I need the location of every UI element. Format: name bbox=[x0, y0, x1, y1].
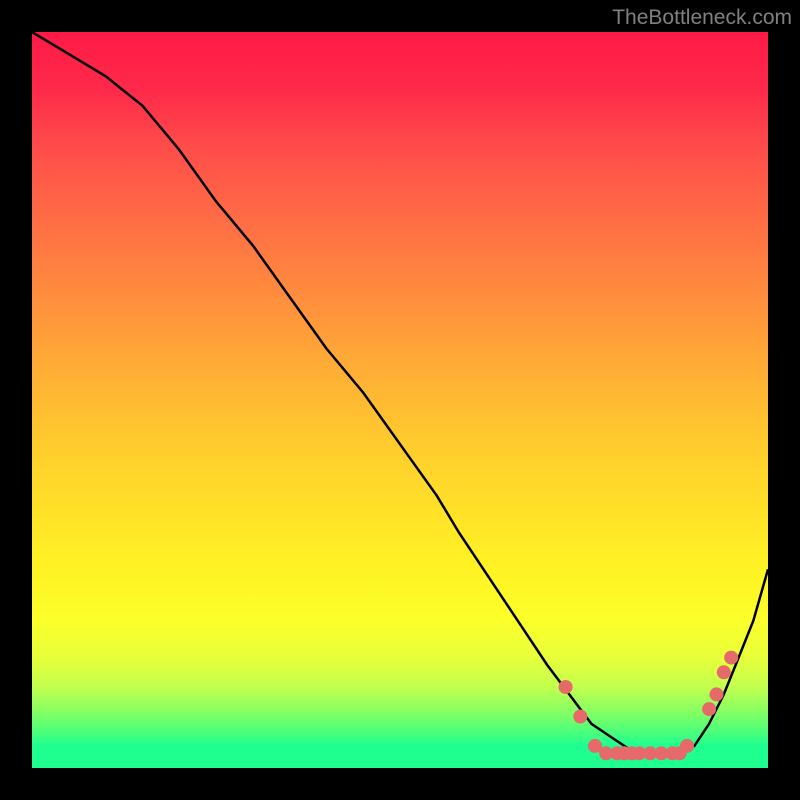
chart-svg bbox=[32, 32, 768, 768]
marker-dot bbox=[573, 710, 587, 724]
curve-path bbox=[32, 32, 768, 753]
marker-dot bbox=[710, 687, 724, 701]
markers-group bbox=[559, 651, 739, 761]
marker-dot bbox=[680, 739, 694, 753]
chart-container: TheBottleneck.com bbox=[0, 0, 800, 800]
marker-dot bbox=[724, 651, 738, 665]
marker-dot bbox=[559, 680, 573, 694]
watermark-text: TheBottleneck.com bbox=[612, 6, 792, 30]
curve-line bbox=[32, 32, 768, 753]
marker-dot bbox=[717, 665, 731, 679]
marker-dot bbox=[702, 702, 716, 716]
plot-area bbox=[32, 32, 768, 768]
